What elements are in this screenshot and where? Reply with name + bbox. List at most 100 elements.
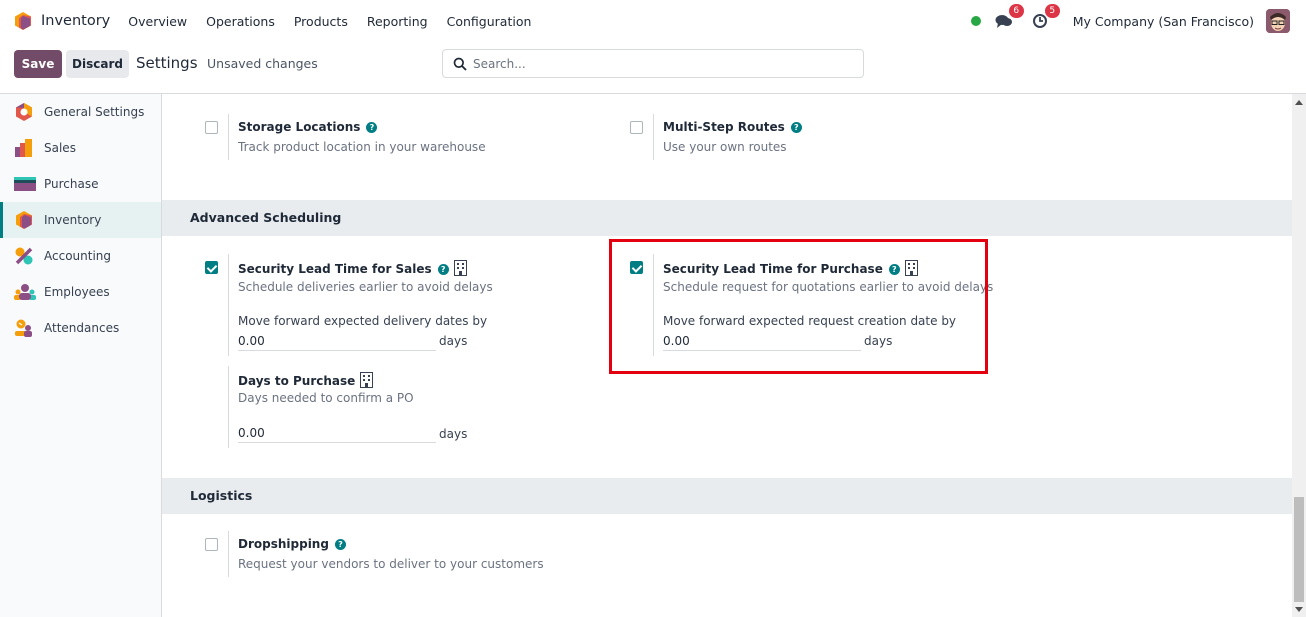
setting-title-wrap: Dropshipping? bbox=[238, 537, 346, 551]
setting-description: Schedule request for quotations earlier … bbox=[663, 280, 994, 294]
setting-description: Days needed to confirm a PO bbox=[238, 391, 414, 405]
main-menu: Overview Operations Products Reporting C… bbox=[128, 14, 550, 29]
sidebar-item-label: General Settings bbox=[44, 105, 145, 119]
field-label: Move forward expected delivery dates by bbox=[238, 314, 488, 328]
messages-badge: 6 bbox=[1008, 4, 1024, 18]
menu-reporting[interactable]: Reporting bbox=[367, 14, 428, 29]
sidebar-item-sales[interactable]: Sales bbox=[0, 130, 161, 166]
scrollbar-thumb[interactable] bbox=[1294, 497, 1304, 602]
sidebar-item-label: Accounting bbox=[44, 249, 112, 263]
setting-title: Security Lead Time for Purchase bbox=[663, 262, 883, 276]
setting-title-wrap: Security Lead Time for Sales? bbox=[238, 260, 467, 276]
lead-time-sales-input[interactable] bbox=[238, 331, 436, 351]
storage-locations-checkbox[interactable] bbox=[205, 121, 218, 134]
field-label: Move forward expected request creation d… bbox=[663, 314, 957, 328]
systray: 6 5 My Company (San Francisco) bbox=[970, 0, 1306, 42]
help-icon[interactable]: ? bbox=[790, 122, 802, 133]
setting-description: Track product location in your warehouse bbox=[238, 140, 486, 154]
divider bbox=[228, 114, 229, 160]
dropshipping-checkbox[interactable] bbox=[205, 538, 218, 551]
help-icon[interactable]: ? bbox=[437, 264, 449, 275]
sidebar-item-employees[interactable]: Employees bbox=[0, 274, 161, 310]
lead-time-purchase-checkbox[interactable] bbox=[630, 261, 643, 274]
purchase-icon bbox=[14, 177, 36, 191]
company-building-icon bbox=[904, 260, 918, 276]
messages-button[interactable]: 6 bbox=[993, 4, 1024, 31]
top-navbar: Inventory Overview Operations Products R… bbox=[0, 0, 1306, 42]
search-input[interactable] bbox=[473, 56, 853, 71]
divider bbox=[653, 114, 654, 160]
inventory-app-icon bbox=[15, 12, 31, 30]
save-button[interactable]: Save bbox=[14, 50, 62, 78]
divider bbox=[228, 531, 229, 577]
activities-badge: 5 bbox=[1044, 4, 1060, 18]
setting-description: Use your own routes bbox=[663, 140, 787, 154]
general-settings-icon bbox=[16, 103, 32, 121]
scroll-up-arrow-icon[interactable] bbox=[1295, 100, 1303, 105]
sidebar-item-label: Sales bbox=[44, 141, 76, 155]
accounting-icon bbox=[15, 247, 33, 265]
setting-title: Days to Purchase bbox=[238, 374, 356, 388]
setting-description: Request your vendors to deliver to your … bbox=[238, 557, 544, 571]
lead-time-purchase-input[interactable] bbox=[663, 331, 861, 351]
setting-title-wrap: Storage Locations? bbox=[238, 120, 378, 134]
employees-icon bbox=[14, 284, 36, 300]
setting-title: Multi-Step Routes bbox=[663, 120, 785, 134]
divider bbox=[228, 254, 229, 356]
lead-time-sales-checkbox[interactable] bbox=[205, 261, 218, 274]
help-icon[interactable]: ? bbox=[366, 122, 378, 133]
inventory-icon bbox=[16, 211, 32, 229]
menu-operations[interactable]: Operations bbox=[206, 14, 275, 29]
unit-label: days bbox=[439, 334, 468, 348]
section-advanced-scheduling: Advanced Scheduling bbox=[162, 200, 1292, 236]
app-brand[interactable]: Inventory bbox=[14, 11, 110, 31]
page-title: Settings bbox=[136, 54, 198, 72]
company-switcher[interactable]: My Company (San Francisco) bbox=[1073, 14, 1254, 29]
days-to-purchase-input[interactable] bbox=[238, 423, 436, 443]
setting-title: Storage Locations bbox=[238, 120, 361, 134]
sidebar-item-attendances[interactable]: Attendances bbox=[0, 310, 161, 346]
sales-icon bbox=[15, 139, 32, 157]
sidebar-item-accounting[interactable]: Accounting bbox=[0, 238, 161, 274]
control-panel: Save Discard Settings Unsaved changes bbox=[0, 42, 1306, 94]
help-icon[interactable]: ? bbox=[334, 539, 346, 550]
sidebar-item-label: Purchase bbox=[44, 177, 99, 191]
user-avatar[interactable] bbox=[1266, 9, 1290, 33]
section-logistics: Logistics bbox=[162, 478, 1292, 514]
app-name: Inventory bbox=[41, 13, 111, 29]
user-avatar-icon bbox=[1266, 9, 1290, 33]
settings-sidebar: General Settings Sales Purchase Inventor… bbox=[0, 94, 162, 617]
settings-content: Storage Locations? Track product locatio… bbox=[162, 94, 1292, 617]
attendances-icon bbox=[15, 319, 32, 337]
activities-button[interactable]: 5 bbox=[1029, 4, 1060, 31]
unsaved-status: Unsaved changes bbox=[207, 56, 318, 71]
menu-configuration[interactable]: Configuration bbox=[447, 14, 532, 29]
sidebar-item-inventory[interactable]: Inventory bbox=[0, 202, 161, 238]
unit-label: days bbox=[864, 334, 893, 348]
setting-title-wrap: Days to Purchase bbox=[238, 372, 374, 388]
sidebar-item-purchase[interactable]: Purchase bbox=[0, 166, 161, 202]
setting-title-wrap: Multi-Step Routes? bbox=[663, 120, 802, 134]
multi-step-routes-checkbox[interactable] bbox=[630, 121, 643, 134]
search-icon bbox=[453, 57, 467, 71]
divider bbox=[653, 254, 654, 356]
setting-title: Security Lead Time for Sales bbox=[238, 262, 432, 276]
discard-button[interactable]: Discard bbox=[66, 50, 129, 78]
section-title: Advanced Scheduling bbox=[190, 210, 342, 225]
setting-title: Dropshipping bbox=[238, 537, 329, 551]
sidebar-item-label: Employees bbox=[44, 285, 110, 299]
company-building-icon bbox=[360, 372, 374, 388]
sidebar-item-general-settings[interactable]: General Settings bbox=[0, 94, 161, 130]
menu-overview[interactable]: Overview bbox=[128, 14, 187, 29]
search-box[interactable] bbox=[442, 49, 864, 78]
scroll-down-arrow-icon[interactable] bbox=[1295, 607, 1303, 612]
unit-label: days bbox=[439, 427, 468, 441]
sidebar-item-label: Attendances bbox=[44, 321, 120, 335]
help-icon[interactable]: ? bbox=[888, 264, 900, 275]
setting-description: Schedule deliveries earlier to avoid del… bbox=[238, 280, 493, 294]
vertical-scrollbar[interactable] bbox=[1292, 94, 1306, 617]
sidebar-item-label: Inventory bbox=[44, 213, 102, 227]
menu-products[interactable]: Products bbox=[294, 14, 348, 29]
presence-status-icon bbox=[970, 16, 981, 26]
divider bbox=[228, 366, 229, 448]
